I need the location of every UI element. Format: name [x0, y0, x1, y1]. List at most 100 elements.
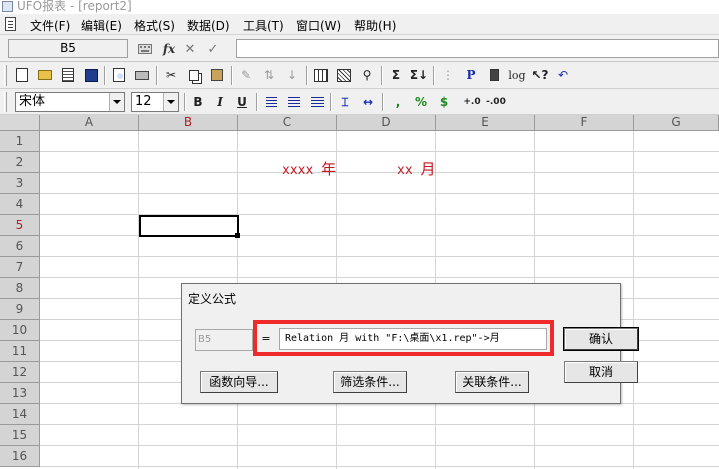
year-placeholder: xxxx	[282, 163, 314, 178]
font-size-select[interactable]: 12	[131, 92, 179, 112]
format-painter-icon[interactable]: ✎	[236, 65, 256, 85]
toolbar-grip[interactable]	[4, 65, 7, 86]
copy-icon[interactable]	[184, 65, 204, 85]
row-header-3[interactable]: 3	[0, 173, 40, 194]
sum-area-icon[interactable]: Σ↓	[409, 65, 429, 85]
font-name-select[interactable]: 宋体	[15, 92, 125, 112]
row-header-13[interactable]: 13	[0, 383, 40, 404]
print-icon[interactable]	[132, 65, 152, 85]
align-center-icon[interactable]	[284, 92, 304, 112]
document-icon-2[interactable]	[58, 65, 78, 85]
align-left-icon[interactable]	[261, 92, 281, 112]
confirm-icon[interactable]: ✓	[205, 41, 221, 57]
column-header-e[interactable]: E	[436, 115, 535, 131]
paste-icon[interactable]	[207, 65, 227, 85]
chevron-down-icon[interactable]	[109, 93, 124, 111]
align-right-icon[interactable]	[307, 92, 327, 112]
cell-reference-box[interactable]: B5	[8, 39, 128, 58]
undo-icon[interactable]: ↶	[553, 65, 573, 85]
cell-d2-month[interactable]: xx 月	[397, 158, 436, 179]
confirm-button[interactable]: 确认	[563, 327, 639, 351]
keyboard-icon[interactable]	[137, 41, 153, 57]
sort-descending-icon[interactable]: ↓	[282, 65, 302, 85]
vertical-align-icon[interactable]: ⌶	[335, 92, 355, 112]
sort-ascending-icon[interactable]: ⇅	[259, 65, 279, 85]
row-header-11[interactable]: 11	[0, 341, 40, 362]
row-header-7[interactable]: 7	[0, 257, 40, 278]
new-file-icon[interactable]	[12, 65, 32, 85]
italic-button[interactable]: I	[210, 92, 230, 112]
column-header-g[interactable]: G	[634, 115, 719, 131]
chart-icon[interactable]: ⋮	[438, 65, 458, 85]
cell-c2-year[interactable]: xxxx 年	[282, 158, 336, 179]
p-icon[interactable]: P	[461, 65, 481, 85]
column-header-d[interactable]: D	[337, 115, 436, 131]
column-header-f[interactable]: F	[535, 115, 634, 131]
function-icon[interactable]: fx	[161, 41, 177, 57]
menu-tools[interactable]: 工具(T)	[243, 17, 284, 34]
row-header-1[interactable]: 1	[0, 131, 40, 152]
row-header-5[interactable]: 5	[0, 215, 40, 236]
horizontal-fit-icon[interactable]: ↔	[358, 92, 378, 112]
relation-condition-button[interactable]: 关联条件...	[455, 371, 529, 393]
page-setup-icon[interactable]	[484, 65, 504, 85]
save-icon[interactable]	[81, 65, 101, 85]
log-icon[interactable]: log	[507, 65, 527, 85]
underline-button[interactable]: U	[232, 92, 252, 112]
increase-decimal-icon[interactable]: +.0	[462, 92, 482, 112]
row-header-4[interactable]: 4	[0, 194, 40, 215]
column-header-c[interactable]: C	[238, 115, 337, 131]
toolbar-separator	[306, 66, 308, 85]
cancel-button[interactable]: 取消	[564, 361, 638, 383]
menu-format[interactable]: 格式(S)	[134, 17, 175, 34]
decrease-decimal-icon[interactable]: -.00	[486, 92, 506, 112]
row-header-16[interactable]: 16	[0, 446, 40, 467]
menu-window[interactable]: 窗口(W)	[296, 17, 341, 34]
toolbar-separator	[156, 66, 158, 85]
toolbar-separator	[231, 66, 233, 85]
find-binoculars-icon[interactable]: ⚲	[357, 65, 377, 85]
row-header-9[interactable]: 9	[0, 299, 40, 320]
menu-edit[interactable]: 编辑(E)	[81, 17, 122, 34]
select-all-corner[interactable]	[0, 115, 40, 131]
column-header-a[interactable]: A	[40, 115, 139, 131]
formula-text-input[interactable]: Relation 月 with "F:\桌面\x1.rep"->月	[279, 328, 547, 350]
area-grid-icon[interactable]	[334, 65, 354, 85]
cut-icon[interactable]: ✂	[161, 65, 181, 85]
month-unit: 月	[420, 160, 436, 178]
toolbar-grip[interactable]	[4, 92, 7, 112]
formula-input[interactable]	[236, 39, 719, 58]
row-header-14[interactable]: 14	[0, 404, 40, 425]
row-header-10[interactable]: 10	[0, 320, 40, 341]
menu-file[interactable]: 文件(F)	[30, 17, 70, 34]
font-size-value: 12	[135, 94, 152, 109]
column-header-b[interactable]: B	[139, 115, 238, 131]
grid-row-line	[40, 172, 719, 173]
cancel-icon[interactable]: ✕	[182, 41, 198, 57]
selected-cell-b5[interactable]	[139, 215, 240, 238]
open-folder-icon[interactable]	[35, 65, 55, 85]
row-header-12[interactable]: 12	[0, 362, 40, 383]
comma-style-button[interactable]: ,	[388, 92, 408, 112]
sum-icon[interactable]: Σ	[386, 65, 406, 85]
chevron-down-icon[interactable]	[163, 93, 178, 111]
table-grid-icon[interactable]	[311, 65, 331, 85]
app-icon	[2, 1, 13, 12]
document-icon[interactable]	[5, 17, 16, 31]
currency-style-button[interactable]: $	[434, 92, 454, 112]
help-pointer-icon[interactable]: ↖?	[530, 65, 550, 85]
row-header-2[interactable]: 2	[0, 152, 40, 173]
bold-button[interactable]: B	[188, 92, 208, 112]
filter-condition-button[interactable]: 筛选条件...	[333, 371, 407, 393]
toolbar-separator	[330, 93, 332, 111]
row-header-6[interactable]: 6	[0, 236, 40, 257]
function-wizard-button[interactable]: 函数向导...	[200, 371, 278, 393]
menu-help[interactable]: 帮助(H)	[354, 17, 396, 34]
percent-style-button[interactable]: %	[411, 92, 431, 112]
row-header-8[interactable]: 8	[0, 278, 40, 299]
print-preview-icon[interactable]	[109, 65, 129, 85]
menu-data[interactable]: 数据(D)	[187, 17, 230, 34]
fill-handle[interactable]	[235, 233, 240, 238]
grid-row-line	[40, 193, 719, 194]
row-header-15[interactable]: 15	[0, 425, 40, 446]
